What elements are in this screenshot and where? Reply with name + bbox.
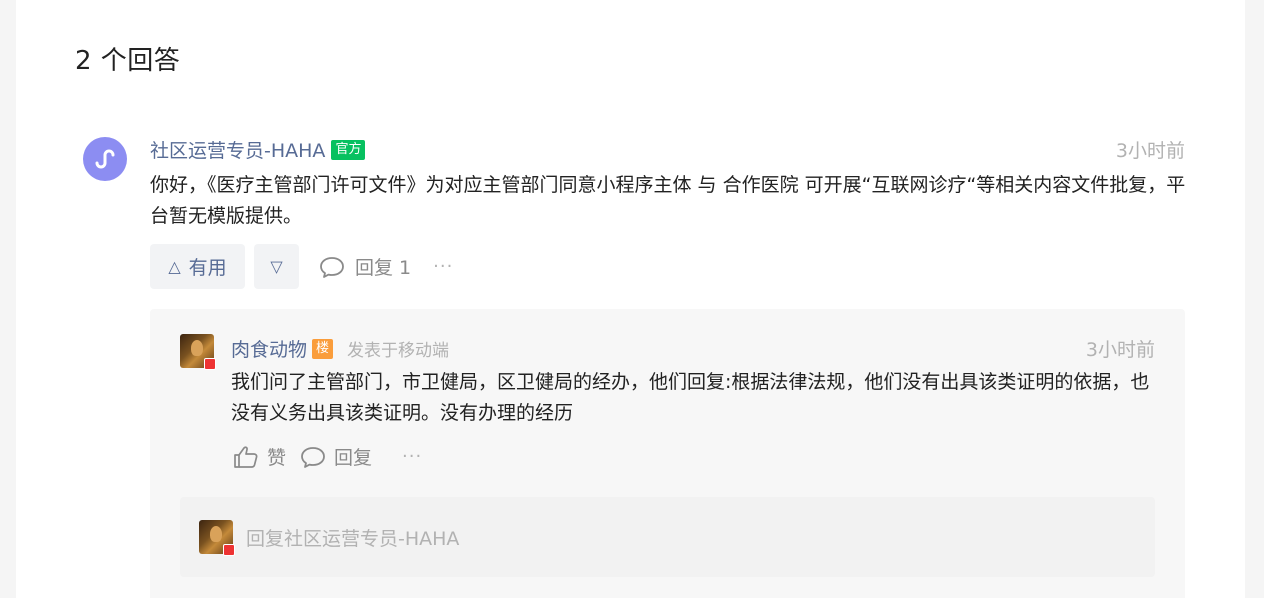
answer-author-name[interactable]: 社区运营专员-HAHA bbox=[150, 136, 325, 163]
answer-author-row: 社区运营专员-HAHA 官方 bbox=[150, 136, 366, 163]
more-options-button[interactable]: ··· bbox=[433, 256, 453, 277]
reply-to-reply-button[interactable]: 回复 bbox=[300, 443, 372, 470]
reply-body: 我们问了主管部门，市卫健局，区卫健局的经办，他们回复:根据法律法规，他们没有出具… bbox=[231, 371, 1150, 424]
answer-timestamp: 3小时前 bbox=[1115, 140, 1185, 162]
reply-author-avatar[interactable] bbox=[180, 334, 216, 370]
reply-author-row: 肉食动物 楼 发表于移动端 bbox=[231, 335, 449, 362]
useful-label: 有用 bbox=[188, 257, 227, 279]
thumbs-up-icon bbox=[234, 445, 258, 468]
reply-button[interactable]: 回复 1 bbox=[319, 253, 411, 280]
flag-icon bbox=[204, 358, 216, 370]
comment-bubble-icon bbox=[320, 256, 344, 278]
answer-body: 你好，《医疗主管部门许可文件》为对应主管部门同意小程序主体 与 合作医院 可开展… bbox=[150, 174, 1186, 227]
upvote-triangle-icon: △ bbox=[168, 257, 181, 276]
reply-actions: 赞 回复 ··· bbox=[233, 443, 422, 470]
official-badge: 官方 bbox=[331, 139, 366, 160]
answers-card: 2 个回答 社区运营专员-HAHA 官方 3小时前 你好，《医疗主管部门许可文件… bbox=[16, 0, 1245, 598]
downvote-button[interactable]: ▽ bbox=[254, 244, 299, 289]
useful-button[interactable]: △ 有用 bbox=[150, 244, 245, 289]
downvote-triangle-icon: ▽ bbox=[270, 257, 283, 276]
reply-thread: 肉食动物 楼 发表于移动端 3小时前 我们问了主管部门，市卫健局，区卫健局的经办… bbox=[150, 309, 1185, 598]
mini-program-icon bbox=[95, 149, 115, 169]
reply-input-box[interactable]: 回复社区运营专员-HAHA bbox=[180, 497, 1155, 577]
flag-icon bbox=[223, 544, 235, 556]
comment-bubble-icon bbox=[301, 446, 325, 468]
reply-timestamp: 3小时前 bbox=[1085, 339, 1155, 361]
reply-author-name[interactable]: 肉食动物 bbox=[231, 335, 307, 362]
reply-count-label: 回复 1 bbox=[355, 257, 412, 279]
reply-more-options-button[interactable]: ··· bbox=[402, 446, 422, 467]
answer-actions: △ 有用 ▽ 回复 1 ··· bbox=[150, 244, 453, 289]
author-avatar[interactable] bbox=[83, 137, 127, 181]
reply-label: 回复 bbox=[334, 447, 373, 469]
reply-input-placeholder[interactable]: 回复社区运营专员-HAHA bbox=[246, 524, 459, 551]
floor-badge: 楼 bbox=[312, 338, 334, 359]
like-label: 赞 bbox=[267, 447, 287, 469]
current-user-avatar bbox=[199, 520, 235, 556]
reply-source: 发表于移动端 bbox=[347, 341, 450, 361]
like-button[interactable]: 赞 bbox=[233, 443, 286, 470]
answers-count-title: 2 个回答 bbox=[75, 46, 181, 76]
